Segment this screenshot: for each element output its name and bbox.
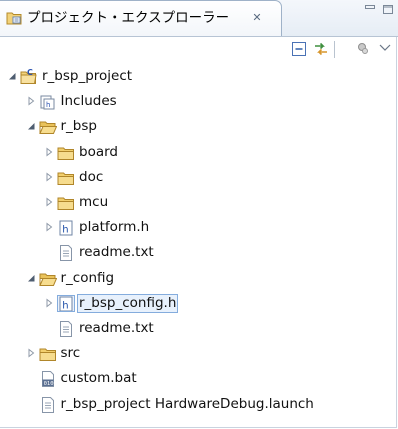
folder-open-icon [38,121,57,135]
collapsed-twisty-icon[interactable] [26,348,36,358]
view-menu-icon[interactable] [378,40,392,58]
text-file-icon [41,396,54,413]
tree-item-r-config[interactable]: r_config [0,268,398,290]
project-explorer-view: プロジェクト・エクスプローラー ✕ Cr_bsp_projecth Include… [0,0,398,428]
tree-item-readme-txt-2[interactable]: readme.txt [0,318,398,340]
tree-item-label: r_bsp_project HardwareDebug.launch [60,395,314,412]
svg-text:h: h [62,225,68,236]
tree-item-label: Includes [60,93,117,110]
tree-item-mcu[interactable]: mcu [0,192,398,214]
binary-file-icon: 010 [41,371,54,388]
tree-item-label: r_config [60,269,115,286]
tree-item-label: doc [79,168,104,185]
collapsed-twisty-icon[interactable] [44,222,54,232]
folder-icon [57,197,74,210]
toolbar-separator [334,41,335,58]
link-with-editor-icon[interactable] [312,40,330,58]
collapsed-twisty-icon[interactable] [44,197,54,207]
tab-project-explorer[interactable]: プロジェクト・エクスプローラー ✕ [0,0,282,36]
tree-item-src[interactable]: src [0,343,398,365]
header-file-icon: h [59,220,73,236]
collapse-all-icon[interactable] [290,40,308,58]
tree-item-label: r_bsp [60,118,97,135]
minimize-icon[interactable] [364,4,376,14]
tree-item-launch[interactable]: r_bsp_project HardwareDebug.launch [0,394,398,416]
expanded-twisty-icon[interactable] [26,273,36,283]
folder-open-icon [38,273,57,286]
tree-item-doc[interactable]: doc [0,167,398,189]
tree-item-includes[interactable]: h Includes [0,91,398,113]
svg-text:h: h [62,300,68,311]
tree-item-label: board [79,143,118,160]
tree-item-platform-h[interactable]: h platform.h [0,217,398,239]
folder-icon [57,172,74,185]
tree-item-label: platform.h [79,219,150,236]
tree-item-custom-bat[interactable]: 010 custom.bat [0,368,398,390]
tree-item-label: r_bsp_config.h [76,293,179,313]
close-icon[interactable]: ✕ [250,11,264,25]
collapsed-twisty-icon[interactable] [44,172,54,182]
tree-item-r-bsp[interactable]: r_bsp [0,116,398,138]
maximize-icon[interactable] [382,4,394,14]
tree-item-label: custom.bat [60,370,137,387]
folder-icon [57,147,74,160]
header-file-icon: h [57,294,75,312]
c-project-icon: C [20,68,37,84]
tree-item-label: src [60,345,81,362]
text-file-icon [60,245,72,262]
tree-item-label: readme.txt [79,244,154,261]
includes-icon: h [40,95,54,110]
view-title: プロジェクト・エクスプローラー [27,10,230,26]
project-explorer-icon [6,12,22,25]
tree-item-r-bsp-project[interactable]: Cr_bsp_project [0,66,398,88]
text-file-icon [60,321,72,337]
tree-item-label: readme.txt [79,320,154,336]
expanded-twisty-icon[interactable] [26,121,36,131]
filter-icon[interactable] [354,40,372,58]
view-tab-strip: プロジェクト・エクスプローラー ✕ [0,0,398,37]
view-toolbar [0,37,398,63]
tree-item-label: mcu [79,194,109,210]
svg-text:C: C [27,68,33,77]
tree-item-board[interactable]: board [0,142,398,164]
collapsed-twisty-icon[interactable] [44,298,54,308]
collapsed-twisty-icon[interactable] [26,96,36,106]
collapsed-twisty-icon[interactable] [44,147,54,157]
folder-icon [39,348,56,362]
expanded-twisty-icon[interactable] [7,71,17,81]
tree-item-readme-txt-1[interactable]: readme.txt [0,242,398,264]
tree-item-r-bsp-config-h[interactable]: h r_bsp_config.h [0,293,398,315]
tree-item-label: r_bsp_project [42,68,133,84]
svg-text:h: h [46,101,50,109]
svg-text:010: 010 [43,381,53,387]
